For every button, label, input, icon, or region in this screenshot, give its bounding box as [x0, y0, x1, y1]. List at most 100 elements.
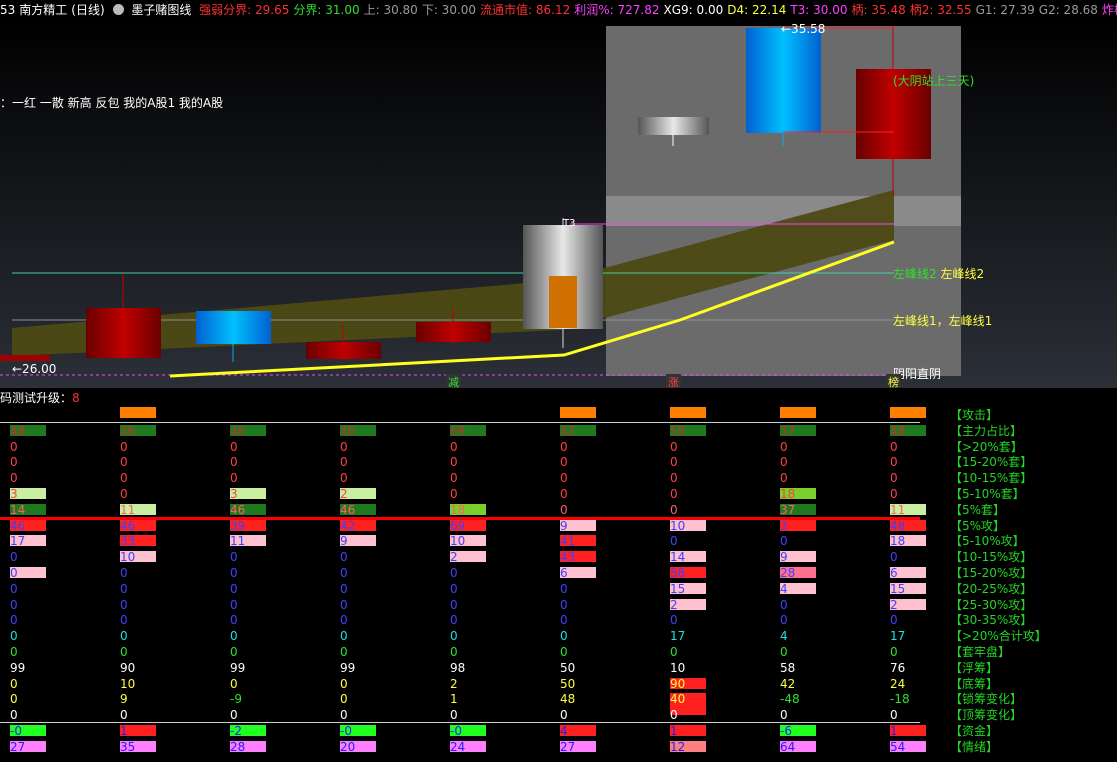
indicator-cell: 3: [230, 487, 238, 501]
indicator-cell: 0: [560, 645, 568, 659]
indicator-cell: 0: [120, 439, 128, 454]
indicator-cell: 1: [450, 692, 458, 707]
indicator-value: 炸板: 25.88: [1101, 3, 1117, 17]
indicator-value: 柄2: 32.55: [909, 3, 972, 17]
indicator-cell: 0: [670, 471, 678, 486]
indicator-cell: 0: [120, 629, 128, 644]
indicator-cell: 0: [120, 645, 128, 659]
indicator-cell: 0: [560, 455, 568, 470]
indicator-cell: 0: [340, 676, 348, 691]
indicator-cell: 20: [340, 739, 356, 754]
indicator-cell: 0: [230, 439, 238, 454]
indicator-cell: 0: [450, 487, 458, 501]
indicator-cell: 0: [670, 455, 678, 470]
indicator-cell: 4: [780, 629, 788, 644]
indicator-panel[interactable]: 码测试升级：8 【攻击】 48 46 46 46 69 42 58 37 48 【主力占比】 0 0 0 0…: [0, 388, 1117, 762]
peak-line-1-label: 左峰线1，左峰线1: [893, 314, 993, 328]
indicator-cell: 50: [560, 660, 576, 675]
indicator-cell: -9: [230, 692, 242, 707]
indicator-cell: 0: [230, 566, 238, 580]
indicator-cell: 0: [560, 581, 568, 596]
indicator-title-bar: 53 南方精工 (日线) 墨子赌图线 强弱分界: 29.65 分界: 31.00 上: …: [0, 0, 1117, 20]
indicator-cell: 58: [670, 566, 686, 580]
indicator-cell: 0: [670, 502, 678, 517]
price-chart[interactable]: ：一红 一散 新高 反包 我的A股1 我的A股 ←35.58 ←26.00 T3…: [0, 20, 1117, 389]
indicator-cell: 0: [230, 676, 238, 691]
row-label: 【套牢盘】: [950, 645, 1011, 659]
separator-line: [0, 517, 920, 520]
indicator-cell: 42: [340, 518, 356, 533]
indicator-cell: 14: [10, 502, 26, 517]
row-label: 【>20%套】: [950, 439, 1023, 454]
indicator-cell: 99: [340, 660, 356, 675]
indicator-cell: 42: [560, 423, 576, 438]
indicator-cell: 46: [10, 518, 26, 533]
indicator-cell: 46: [340, 423, 356, 438]
row-label: 【主力占比】: [950, 423, 1023, 438]
peak-line-2-label: 左峰线2 左峰线2: [893, 265, 984, 282]
indicator-cell: 46: [120, 518, 136, 533]
indicator-cell: 46: [120, 423, 136, 438]
indicator-cell: 0: [670, 534, 678, 549]
indicator-cell: 0: [560, 613, 568, 628]
indicator-cell: 17: [10, 534, 26, 549]
row-label: 【5-10%套】: [950, 487, 1025, 501]
indicator-cell: 0: [10, 597, 18, 612]
indicator-cell: 9: [560, 518, 568, 533]
indicator-cell: 0: [120, 487, 128, 501]
indicator-cell: 42: [780, 676, 796, 691]
row-label: 【资金】: [950, 724, 999, 738]
dropdown-circle-icon[interactable]: [112, 4, 124, 15]
indicator-cell: 10: [450, 534, 466, 549]
indicator-cell: 11: [120, 502, 136, 517]
indicator-cell: 0: [230, 455, 238, 470]
indicator-cell: -0: [10, 724, 22, 738]
indicator-cell: 0: [450, 613, 458, 628]
indicator-cell: 4: [560, 724, 568, 738]
indicator-cell: 0: [450, 566, 458, 580]
indicator-cell: 33: [120, 534, 136, 549]
row-label: 【15-20%攻】: [950, 566, 1033, 580]
indicator-cell: 0: [230, 613, 238, 628]
indicator-value: 分界: 31.00: [293, 3, 360, 17]
indicator-cell: 35: [120, 739, 136, 754]
candle: [196, 311, 271, 344]
candle: [638, 117, 709, 135]
indicator-cell: 0: [10, 581, 18, 596]
indicator-cell: 2: [450, 550, 458, 565]
indicator-cell: 0: [560, 629, 568, 644]
peak-line-2-label-b: 左峰线2: [940, 267, 985, 281]
indicator-cell: 27: [10, 739, 26, 754]
row-label: 【5%攻】: [950, 518, 1006, 533]
left-edge-candle: [0, 355, 50, 361]
indicator-cell: 0: [560, 708, 568, 723]
indicator-cell: 9: [340, 534, 348, 549]
indicator-value: D4: 22.14: [727, 3, 787, 17]
indicator-cell: 0: [670, 708, 678, 723]
indicator-cell: 48: [890, 518, 906, 533]
indicator-cell: 15: [890, 581, 906, 596]
indicator-cell: -2: [230, 724, 242, 738]
indicator-name[interactable]: 墨子赌图线: [131, 3, 191, 17]
indicator-cell: 15: [670, 581, 686, 596]
indicator-cell: 0: [450, 629, 458, 644]
indicator-cell: 43: [560, 550, 576, 565]
value-bar: [670, 407, 706, 418]
indicator-cell: 0: [450, 439, 458, 454]
indicator-cell: 11: [890, 502, 906, 517]
indicator-cell: 90: [120, 660, 136, 675]
period-label: (日线): [71, 3, 105, 17]
indicator-cell: 2: [890, 597, 898, 612]
indicator-cell: 0: [230, 645, 238, 659]
indicator-cell: 0: [450, 597, 458, 612]
indicator-cell: 0: [10, 692, 18, 707]
row-label: 【浮筹】: [950, 660, 999, 675]
indicator-cell: 0: [10, 613, 18, 628]
indicator-cell: 0: [230, 471, 238, 486]
pattern-label: (大阴站上三天): [893, 74, 975, 88]
indicator-cell: 14: [670, 550, 686, 565]
value-bar: [890, 407, 926, 418]
indicator-cell: 18: [780, 487, 796, 501]
indicator-cell: 39: [230, 518, 246, 533]
indicator-cell: 0: [10, 629, 18, 644]
